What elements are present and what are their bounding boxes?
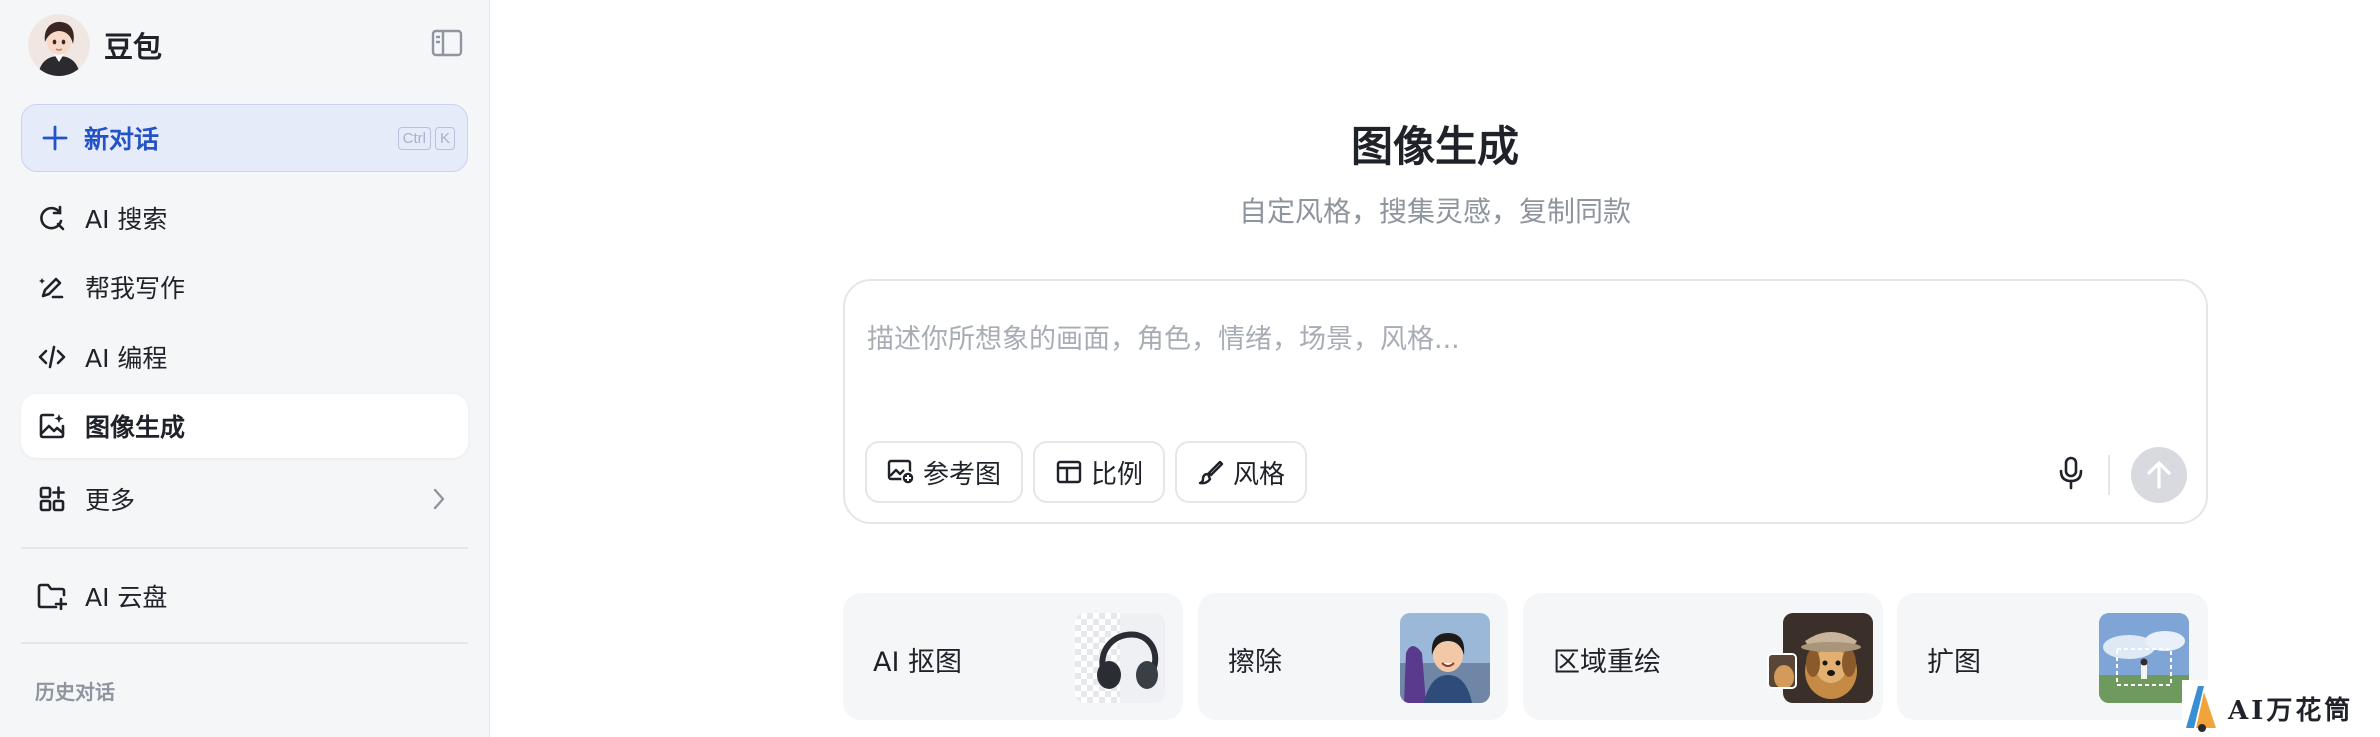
sidebar: 豆包 新对话 Ctrl K AI 搜索 帮我写作 AI 编程 图像生成 更多 A… <box>0 0 490 737</box>
image-add-icon <box>887 458 915 486</box>
chip-label: 比例 <box>1091 459 1144 490</box>
new-chat-label: 新对话 <box>84 125 160 154</box>
tool-card-label: 擦除 <box>1228 647 1282 678</box>
tool-card-inpaint[interactable]: 区域重绘 <box>1523 593 1883 720</box>
sidebar-item-label: AI 搜索 <box>85 205 168 234</box>
history-section-title: 历史对话 <box>35 680 115 704</box>
sidebar-item-label: 图像生成 <box>85 413 186 442</box>
search-icon <box>37 203 67 233</box>
sidebar-toggle-icon[interactable] <box>430 28 464 58</box>
arrow-up-icon <box>2147 461 2171 489</box>
tool-card-erase[interactable]: 擦除 <box>1198 593 1508 720</box>
aspect-ratio-button[interactable]: 比例 <box>1033 441 1166 503</box>
tool-card-cutout[interactable]: AI 抠图 <box>843 593 1183 720</box>
sidebar-item-label: AI 编程 <box>85 344 168 373</box>
tool-card-label: 区域重绘 <box>1553 647 1661 678</box>
sidebar-divider <box>21 642 468 644</box>
page-subtitle: 自定风格，搜集灵感，复制同款 <box>1238 195 1631 228</box>
shortcut-key-k: K <box>434 127 455 150</box>
sidebar-item-writing[interactable]: 帮我写作 <box>21 255 468 319</box>
page-title: 图像生成 <box>1350 122 1519 171</box>
reference-image-button[interactable]: 参考图 <box>865 441 1024 503</box>
microphone-icon[interactable] <box>2053 455 2089 491</box>
erase-thumbnail <box>1400 613 1490 703</box>
plus-icon <box>40 123 70 153</box>
sidebar-item-label: AI 云盘 <box>85 583 168 612</box>
brand[interactable]: 豆包 <box>28 14 162 76</box>
tool-card-outpaint[interactable]: 扩图 <box>1897 593 2208 720</box>
ratio-icon <box>1055 458 1083 486</box>
send-button[interactable] <box>2131 447 2187 503</box>
tool-card-label: AI 抠图 <box>873 647 963 678</box>
watermark: AI万花筒 <box>2182 680 2380 737</box>
new-chat-button[interactable]: 新对话 Ctrl K <box>21 104 468 172</box>
sidebar-item-image-generation[interactable]: 图像生成 <box>21 394 468 458</box>
code-icon <box>37 342 67 372</box>
sidebar-item-label: 更多 <box>85 486 136 515</box>
watermark-text: AI万花筒 <box>2228 696 2354 726</box>
image-sparkle-icon <box>37 411 67 441</box>
folder-icon <box>37 581 67 611</box>
sidebar-item-cloud-drive[interactable]: AI 云盘 <box>21 564 468 628</box>
cutout-thumbnail <box>1075 613 1165 703</box>
outpaint-thumbnail <box>2099 613 2189 703</box>
inpaint-mini-thumbnail <box>1767 653 1797 689</box>
app-name: 豆包 <box>104 30 163 64</box>
sidebar-divider <box>21 547 468 549</box>
sidebar-item-more[interactable]: 更多 <box>21 467 468 531</box>
sidebar-item-ai-search[interactable]: AI 搜索 <box>21 186 468 250</box>
avatar <box>28 14 90 76</box>
brush-icon <box>1197 458 1225 486</box>
style-button[interactable]: 风格 <box>1175 441 1308 503</box>
pen-icon <box>37 272 67 302</box>
chip-label: 风格 <box>1233 459 1286 490</box>
sidebar-item-coding[interactable]: AI 编程 <box>21 325 468 389</box>
prompt-input[interactable] <box>867 309 2167 369</box>
shortcut-hint: Ctrl K <box>397 127 455 150</box>
chevron-right-icon <box>432 487 446 515</box>
chip-label: 参考图 <box>923 459 1002 490</box>
sidebar-item-label: 帮我写作 <box>85 274 186 303</box>
shortcut-key-ctrl: Ctrl <box>397 127 431 150</box>
watermark-logo-icon <box>2182 682 2222 736</box>
prompt-box: 参考图 比例 风格 <box>843 279 2208 524</box>
toolbar-separator <box>2108 455 2110 495</box>
apps-icon <box>37 484 67 514</box>
tool-card-label: 扩图 <box>1927 647 1981 678</box>
